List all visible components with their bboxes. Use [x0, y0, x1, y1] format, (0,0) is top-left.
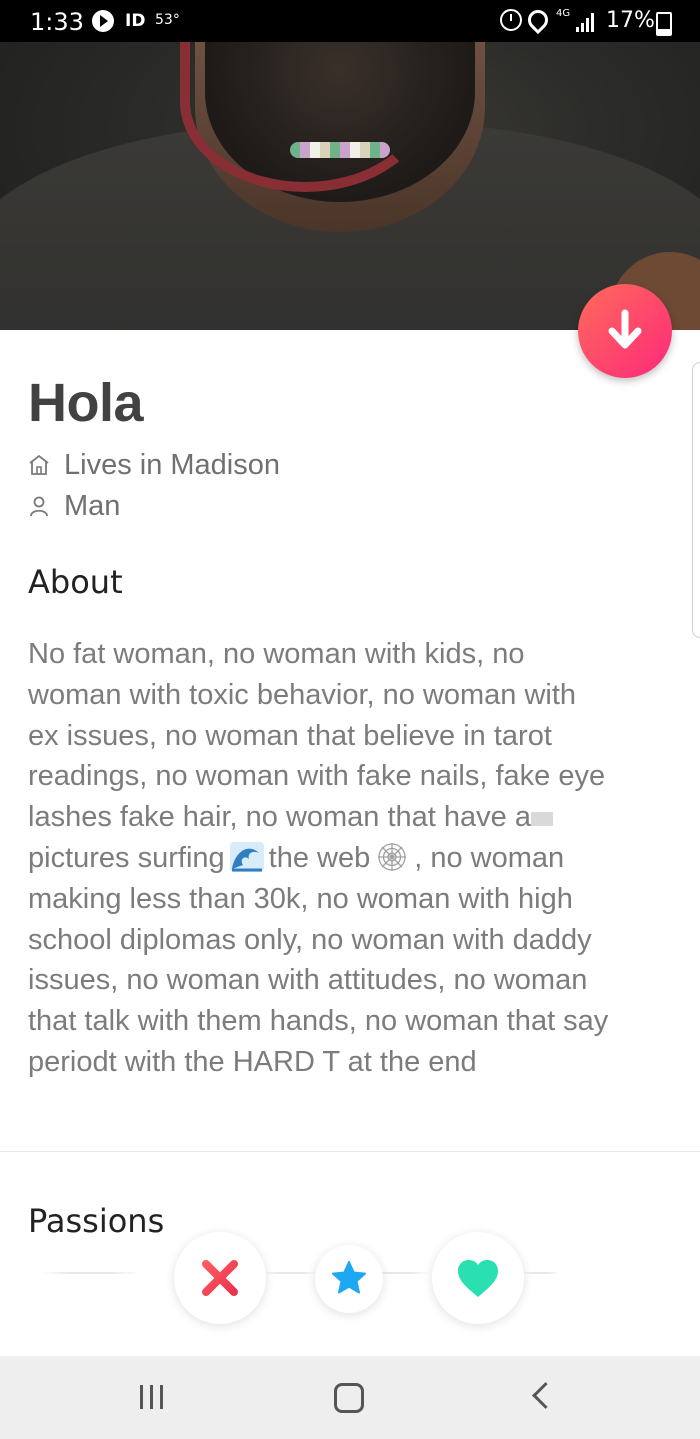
status-time: 1:33: [30, 8, 84, 36]
about-line: school diplomas only, no woman with dadd…: [28, 923, 592, 956]
spider-web-emoji-icon: [378, 842, 407, 871]
about-heading: About: [28, 563, 123, 601]
status-id-label: ID: [125, 11, 146, 31]
section-divider: [0, 1151, 700, 1152]
about-text: No fat woman, no woman with kids, no wom…: [28, 634, 688, 1083]
play-icon: [92, 10, 114, 32]
person-icon: [30, 496, 48, 517]
network-type: 4G: [556, 8, 571, 19]
about-line: No fat woman, no woman with kids, no: [28, 638, 525, 670]
about-line-text: , no woman: [414, 841, 565, 874]
passions-placeholder: [520, 1272, 560, 1274]
location-text: Lives in Madison: [64, 448, 280, 481]
heart-icon: [458, 1260, 498, 1297]
about-line: issues, no woman with attitudes, no woma…: [28, 964, 588, 997]
star-icon: [332, 1261, 366, 1294]
status-temperature: 53°: [155, 12, 180, 28]
about-line-text: lashes fake hair, no woman that have a: [28, 801, 531, 834]
arrow-down-icon: [608, 309, 642, 349]
battery-icon: [656, 12, 672, 36]
back-button[interactable]: [532, 1382, 559, 1409]
close-icon: [202, 1260, 238, 1296]
profile-photo[interactable]: [0, 42, 700, 330]
battery-percent: 17%: [606, 8, 655, 33]
location-icon: [523, 5, 553, 35]
about-line: that talk with them hands, no woman that…: [28, 1005, 609, 1038]
passions-placeholder: [40, 1272, 140, 1274]
passions-placeholder: [260, 1272, 320, 1274]
home-button[interactable]: [334, 1383, 364, 1413]
about-line: readings, no woman with fake nails, fake…: [28, 760, 606, 793]
about-line: periodt with the HARD T at the end: [28, 1045, 477, 1078]
gender-text: Man: [64, 489, 121, 522]
about-line: making less than 30k, no woman with high: [28, 882, 573, 915]
like-button[interactable]: [432, 1232, 524, 1324]
censor-block: [530, 811, 553, 826]
about-line: pictures surfing the web , no woman: [28, 838, 688, 879]
about-line: woman with toxic behavior, no woman with: [28, 678, 577, 711]
about-line: lashes fake hair, no woman that have a: [28, 797, 688, 838]
navigation-bar: [0, 1356, 700, 1439]
about-line-text: pictures surfing: [28, 841, 225, 874]
home-icon: [29, 454, 49, 475]
nope-button[interactable]: [174, 1232, 266, 1324]
scrollbar[interactable]: [692, 362, 700, 638]
profile-name: Hola: [28, 373, 144, 433]
gender-row: Man: [28, 489, 120, 523]
signal-icon: [576, 10, 600, 32]
recent-apps-button[interactable]: [139, 1385, 165, 1409]
about-line-text: the web: [268, 841, 371, 874]
wave-emoji-icon: [229, 841, 264, 872]
about-line: ex issues, no woman that believe in taro…: [28, 719, 552, 752]
alarm-icon: [500, 9, 522, 31]
location-row: Lives in Madison: [28, 448, 280, 482]
photo-necklace: [290, 142, 390, 158]
super-like-button[interactable]: [315, 1245, 383, 1313]
status-bar: 1:33 ID 53° 4G 17%: [0, 0, 700, 42]
passions-heading: Passions: [28, 1202, 165, 1240]
collapse-profile-button[interactable]: [578, 284, 672, 378]
